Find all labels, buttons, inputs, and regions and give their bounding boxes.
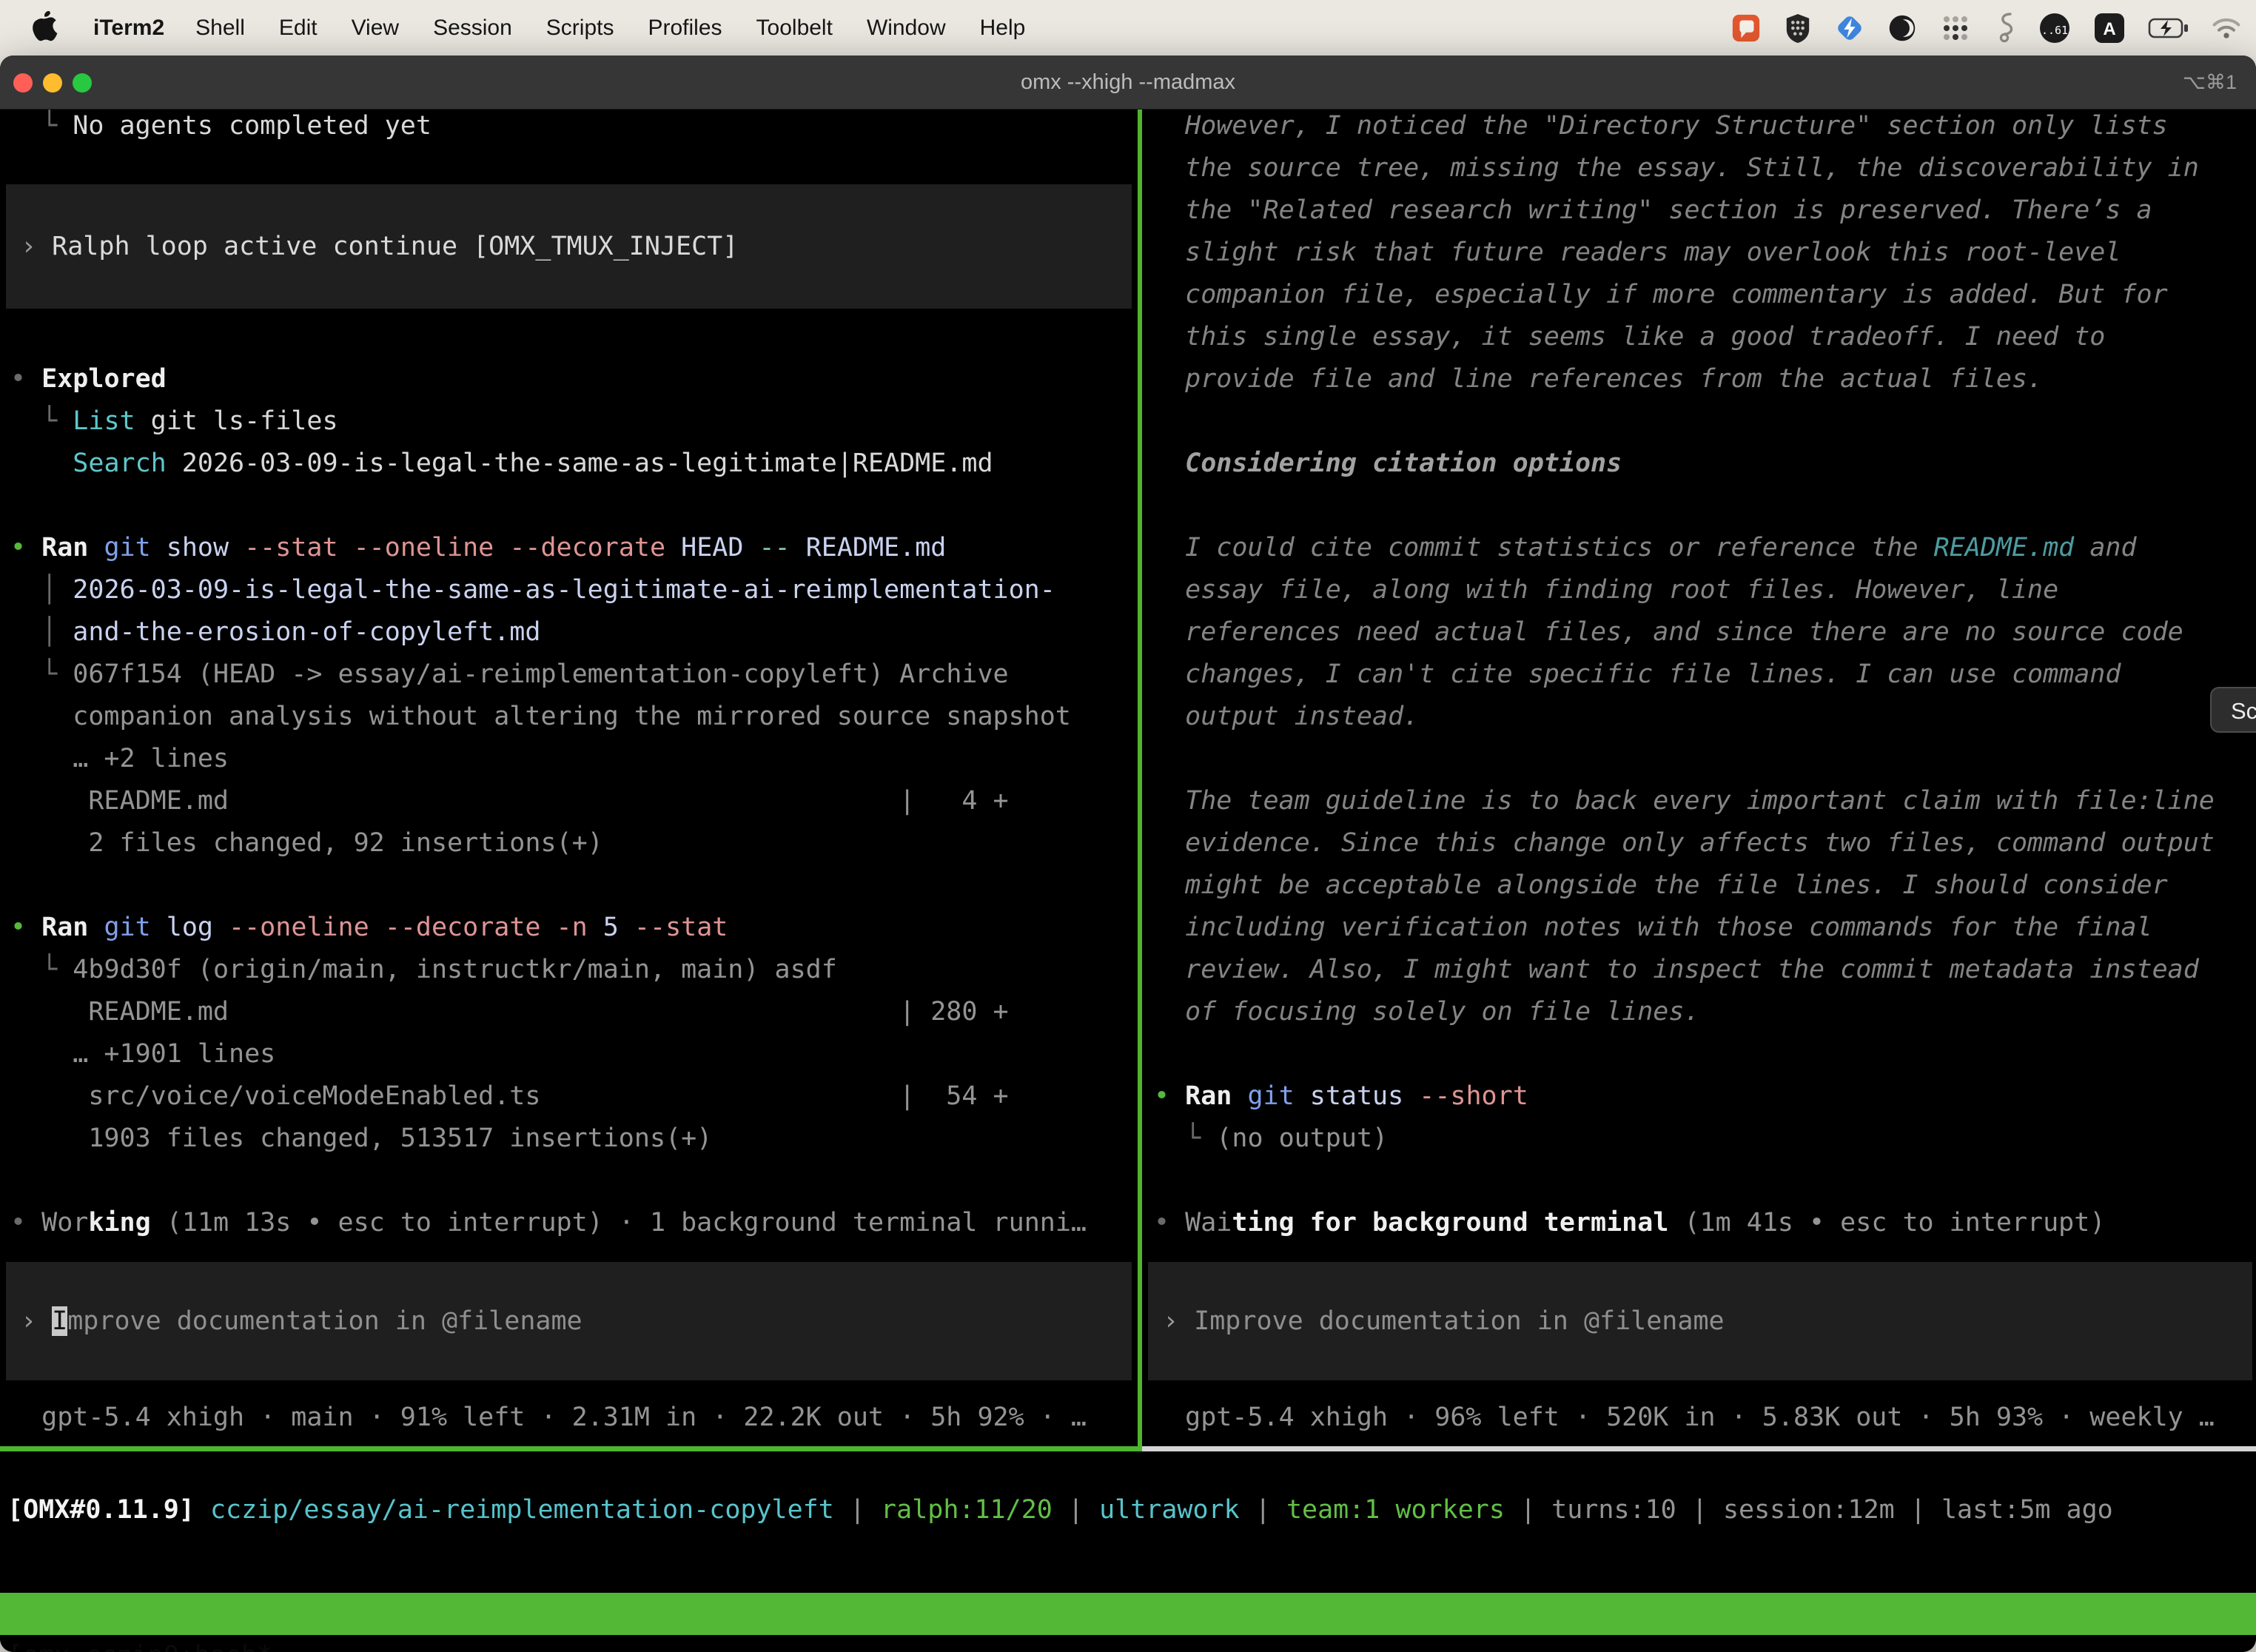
menu-window[interactable]: Window [867, 16, 946, 41]
terminal-line: provide file and line references from th… [1154, 358, 2256, 400]
terminal-line: │ and-the-erosion-of-copyleft.md [10, 611, 1138, 654]
tmux-pane-right[interactable]: › Improve documentation in @filename How… [1144, 110, 2256, 1446]
terminal-line: └ 4b9d30f (origin/main, instructkr/main,… [10, 949, 1138, 991]
terminal-line: │ 2026-03-09-is-legal-the-same-as-legiti… [10, 569, 1138, 611]
menu-profiles[interactable]: Profiles [648, 16, 722, 41]
terminal-line: README.md | 280 + [10, 991, 1138, 1033]
menu-help[interactable]: Help [980, 16, 1026, 41]
window-shortcut: ⌥⌘1 [2183, 56, 2237, 110]
tmux-session-window[interactable]: [omx-cczip0:bash* [7, 1635, 272, 1652]
terminal-line: the "Related research writing" section i… [1154, 189, 2256, 232]
prompt-input-right[interactable]: › Improve documentation in @filename [1148, 1262, 2252, 1380]
percent-circle-icon[interactable]: ..61 [2038, 12, 2071, 44]
svg-text:A: A [2103, 19, 2115, 39]
svg-text:..61: ..61 [2041, 24, 2068, 37]
terminal-line: essay file, along with finding root file… [1154, 569, 2256, 611]
menu-edit[interactable]: Edit [279, 16, 318, 41]
terminal-line: this single essay, it seems like a good … [1154, 316, 2256, 358]
s-curve-icon[interactable] [1994, 12, 2016, 44]
model-status-line: gpt-5.4 xhigh · 96% left · 520K in · 5.8… [1154, 1397, 2256, 1439]
apple-menu-icon[interactable] [31, 11, 61, 45]
terminal-line: the source tree, missing the essay. Stil… [1154, 147, 2256, 189]
terminal-line: … +1901 lines [10, 1033, 1138, 1075]
menu-scripts[interactable]: Scripts [546, 16, 614, 41]
chat-bubble-icon[interactable] [1730, 13, 1762, 44]
menu-items: Shell Edit View Session Scripts Profiles Toolb… [195, 16, 1025, 41]
terminal-line: companion file, especially if more comme… [1154, 274, 2256, 316]
terminal-line: However, I noticed the "Directory Struct… [1154, 110, 2256, 147]
menu-toolbelt[interactable]: Toolbelt [756, 16, 833, 41]
terminal-line: • Working (11m 13s • esc to interrupt) ·… [10, 1202, 1138, 1244]
window-title: omx --xhigh --madmax [0, 56, 2256, 110]
terminal-line: 2 files changed, 92 insertions(+) [10, 822, 1138, 864]
terminal-line: • Explored [10, 358, 1138, 400]
menu-app-name[interactable]: iTerm2 [93, 16, 164, 41]
terminal-line: └ (no output) [1154, 1118, 2256, 1160]
iterm2-window: omx --xhigh --madmax ⌥⌘1 › Ralph loop ac… [0, 56, 2256, 1652]
terminal-line: • Ran git show --stat --oneline --decora… [10, 527, 1138, 569]
pane-divider-vertical[interactable] [1138, 110, 1142, 1451]
terminal-line: Search 2026-03-09-is-legal-the-same-as-l… [10, 443, 1138, 485]
terminal-line: including verification notes with those … [1154, 907, 2256, 949]
terminal-line: output instead. [1154, 696, 2256, 738]
terminal-line: I could cite commit statistics or refere… [1154, 527, 2256, 569]
terminal-line: The team guideline is to back every impo… [1154, 780, 2256, 822]
terminal-line: • Ran git log --oneline --decorate -n 5 … [10, 907, 1138, 949]
terminal-line: of focusing solely on file lines. [1154, 991, 2256, 1033]
terminal-line: might be acceptable alongside the file l… [1154, 864, 2256, 907]
pane-divider-horizontal-inactive[interactable] [1142, 1446, 2256, 1451]
terminal-line: evidence. Since this change only affects… [1154, 822, 2256, 864]
hex-bolt-icon[interactable] [1834, 13, 1865, 44]
terminal-line: └ No agents completed yet [10, 110, 1138, 147]
shield-icon[interactable] [1784, 13, 1812, 44]
wifi-icon[interactable] [2212, 16, 2241, 40]
terminal-line: references need actual files, and since … [1154, 611, 2256, 654]
model-status-line: gpt-5.4 xhigh · main · 91% left · 2.31M … [10, 1397, 1138, 1439]
battery-icon[interactable] [2148, 17, 2189, 39]
terminal-line: src/voice/voiceModeEnabled.ts | 54 + [10, 1075, 1138, 1118]
window-titlebar[interactable]: omx --xhigh --madmax ⌥⌘1 [0, 56, 2256, 110]
pane-divider-horizontal-active[interactable] [0, 1446, 1142, 1451]
terminal-line: … +2 lines [10, 738, 1138, 780]
dots-grid-icon[interactable] [1939, 12, 1972, 44]
terminal-line: review. Also, I might want to inspect th… [1154, 949, 2256, 991]
terminal-line: • Ran git status --short [1154, 1075, 2256, 1118]
terminal-line: └ 067f154 (HEAD -> essay/ai-reimplementa… [10, 654, 1138, 696]
menu-session[interactable]: Session [433, 16, 512, 41]
tooltip-partial: Scre [2210, 687, 2256, 733]
terminal-line: └ List git ls-files [10, 400, 1138, 443]
crescent-icon[interactable] [1887, 13, 1917, 43]
menu-view[interactable]: View [352, 16, 399, 41]
terminal-line: companion analysis without altering the … [10, 696, 1138, 738]
menu-bar: iTerm2 Shell Edit View Session Scripts Profil… [0, 0, 2256, 56]
terminal-line: 1903 files changed, 513517 insertions(+) [10, 1118, 1138, 1160]
tmux-pane-left[interactable]: › Ralph loop active continue [OMX_TMUX_I… [0, 110, 1138, 1446]
omx-status-line: [OMX#0.11.9] cczip/essay/ai-reimplementa… [7, 1489, 2113, 1531]
a-square-icon[interactable]: A [2093, 12, 2126, 44]
terminal-line: slight risk that future readers may over… [1154, 232, 2256, 274]
terminal-line: changes, I can't cite specific file line… [1154, 654, 2256, 696]
ralph-loop-box: › Ralph loop active continue [OMX_TMUX_I… [6, 184, 1132, 309]
prompt-input-left[interactable]: › Improve documentation in @filename [6, 1262, 1132, 1380]
tmux-status-bar: [omx-cczip0:bash* "MacBook-Pro-44.local"… [0, 1593, 2256, 1635]
terminal-line: Considering citation options [1154, 443, 2256, 485]
terminal-area[interactable]: › Ralph loop active continue [OMX_TMUX_I… [0, 110, 2256, 1652]
terminal-line: • Waiting for background terminal (1m 41… [1154, 1202, 2256, 1244]
menu-shell[interactable]: Shell [195, 16, 245, 41]
menubar-status-icons: ..61 A [1730, 12, 2256, 44]
terminal-line: README.md | 4 + [10, 780, 1138, 822]
